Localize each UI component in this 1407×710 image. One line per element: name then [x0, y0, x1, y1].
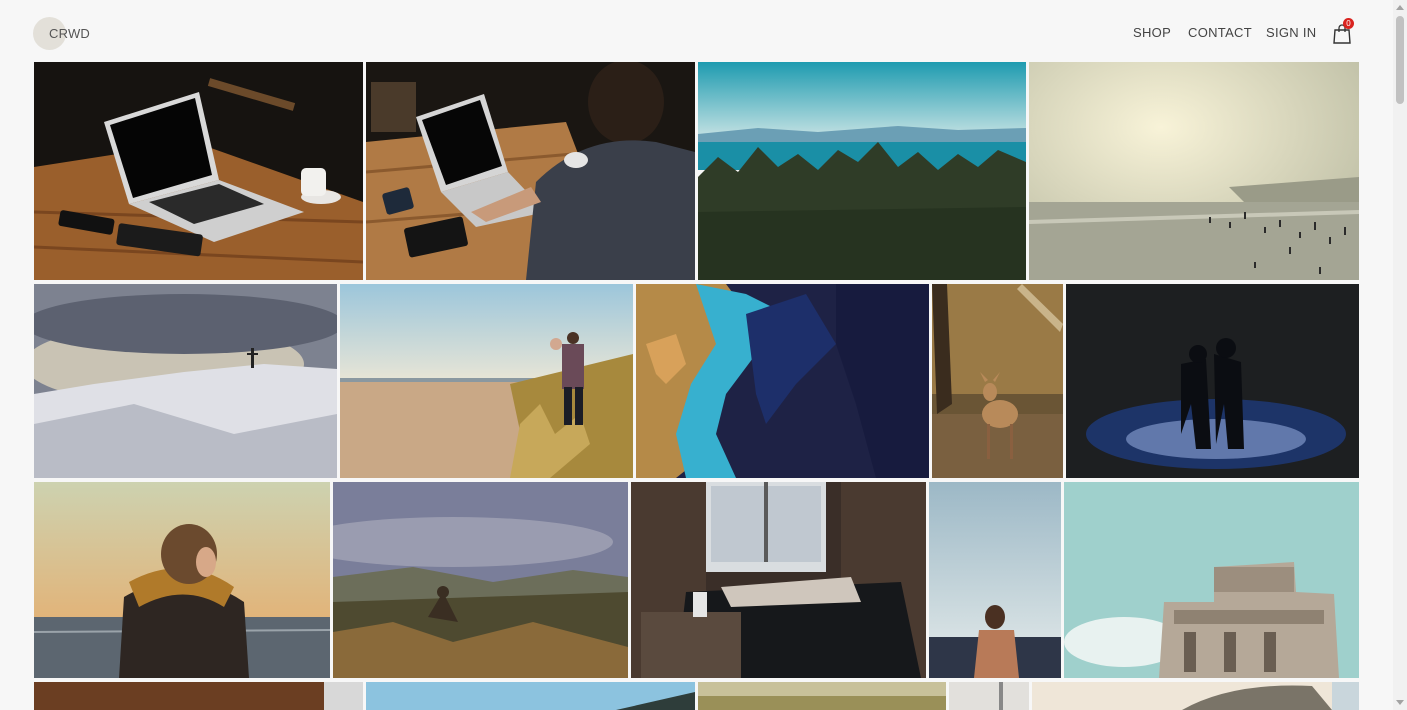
photo-laptop-on-table[interactable]: [34, 62, 363, 280]
cart-count-badge: 0: [1343, 18, 1354, 29]
photo-person-sitting-on-rocky-hill[interactable]: [333, 482, 628, 678]
photo-blue-sky-landscape[interactable]: [366, 682, 695, 710]
photo-dry-grass-field[interactable]: [698, 682, 946, 710]
scroll-up-arrow-icon[interactable]: [1396, 5, 1404, 10]
photo-couple-kissing-at-night[interactable]: [1066, 284, 1359, 478]
photo-aerial-coastline[interactable]: [636, 284, 929, 478]
photo-concrete-bunker-building[interactable]: [1064, 482, 1359, 678]
photo-snowy-hill-with-cross[interactable]: [34, 284, 337, 478]
photo-wooden-interior[interactable]: [34, 682, 363, 710]
scroll-down-arrow-icon[interactable]: [1396, 700, 1404, 705]
photo-hazy-crowded-beach[interactable]: [1029, 62, 1359, 280]
photo-forest-overlooking-lake[interactable]: [698, 62, 1026, 280]
photo-father-carrying-child-on-beach[interactable]: [340, 284, 633, 478]
photo-shirtless-man-by-shore[interactable]: [929, 482, 1061, 678]
photo-woman-with-scarf-by-sea[interactable]: [34, 482, 330, 678]
page-scrollbar[interactable]: [1393, 0, 1407, 710]
photo-young-deer-in-forest[interactable]: [932, 284, 1063, 478]
photo-car-mirror[interactable]: [1032, 682, 1359, 710]
scrollbar-thumb[interactable]: [1396, 16, 1404, 104]
logo-text[interactable]: CRWD: [49, 26, 90, 41]
nav-sign-in-link[interactable]: SIGN IN: [1266, 25, 1317, 40]
nav-shop-link[interactable]: SHOP: [1133, 25, 1171, 40]
photo-person-typing-on-laptop[interactable]: [366, 62, 695, 280]
cart-button[interactable]: 0: [1333, 18, 1355, 46]
nav-contact-link[interactable]: CONTACT: [1188, 25, 1252, 40]
photo-person-sleeping-on-couch[interactable]: [631, 482, 926, 678]
site-header: CRWD SHOP CONTACT SIGN IN 0: [0, 0, 1393, 62]
photo-light-interior[interactable]: [949, 682, 1029, 710]
